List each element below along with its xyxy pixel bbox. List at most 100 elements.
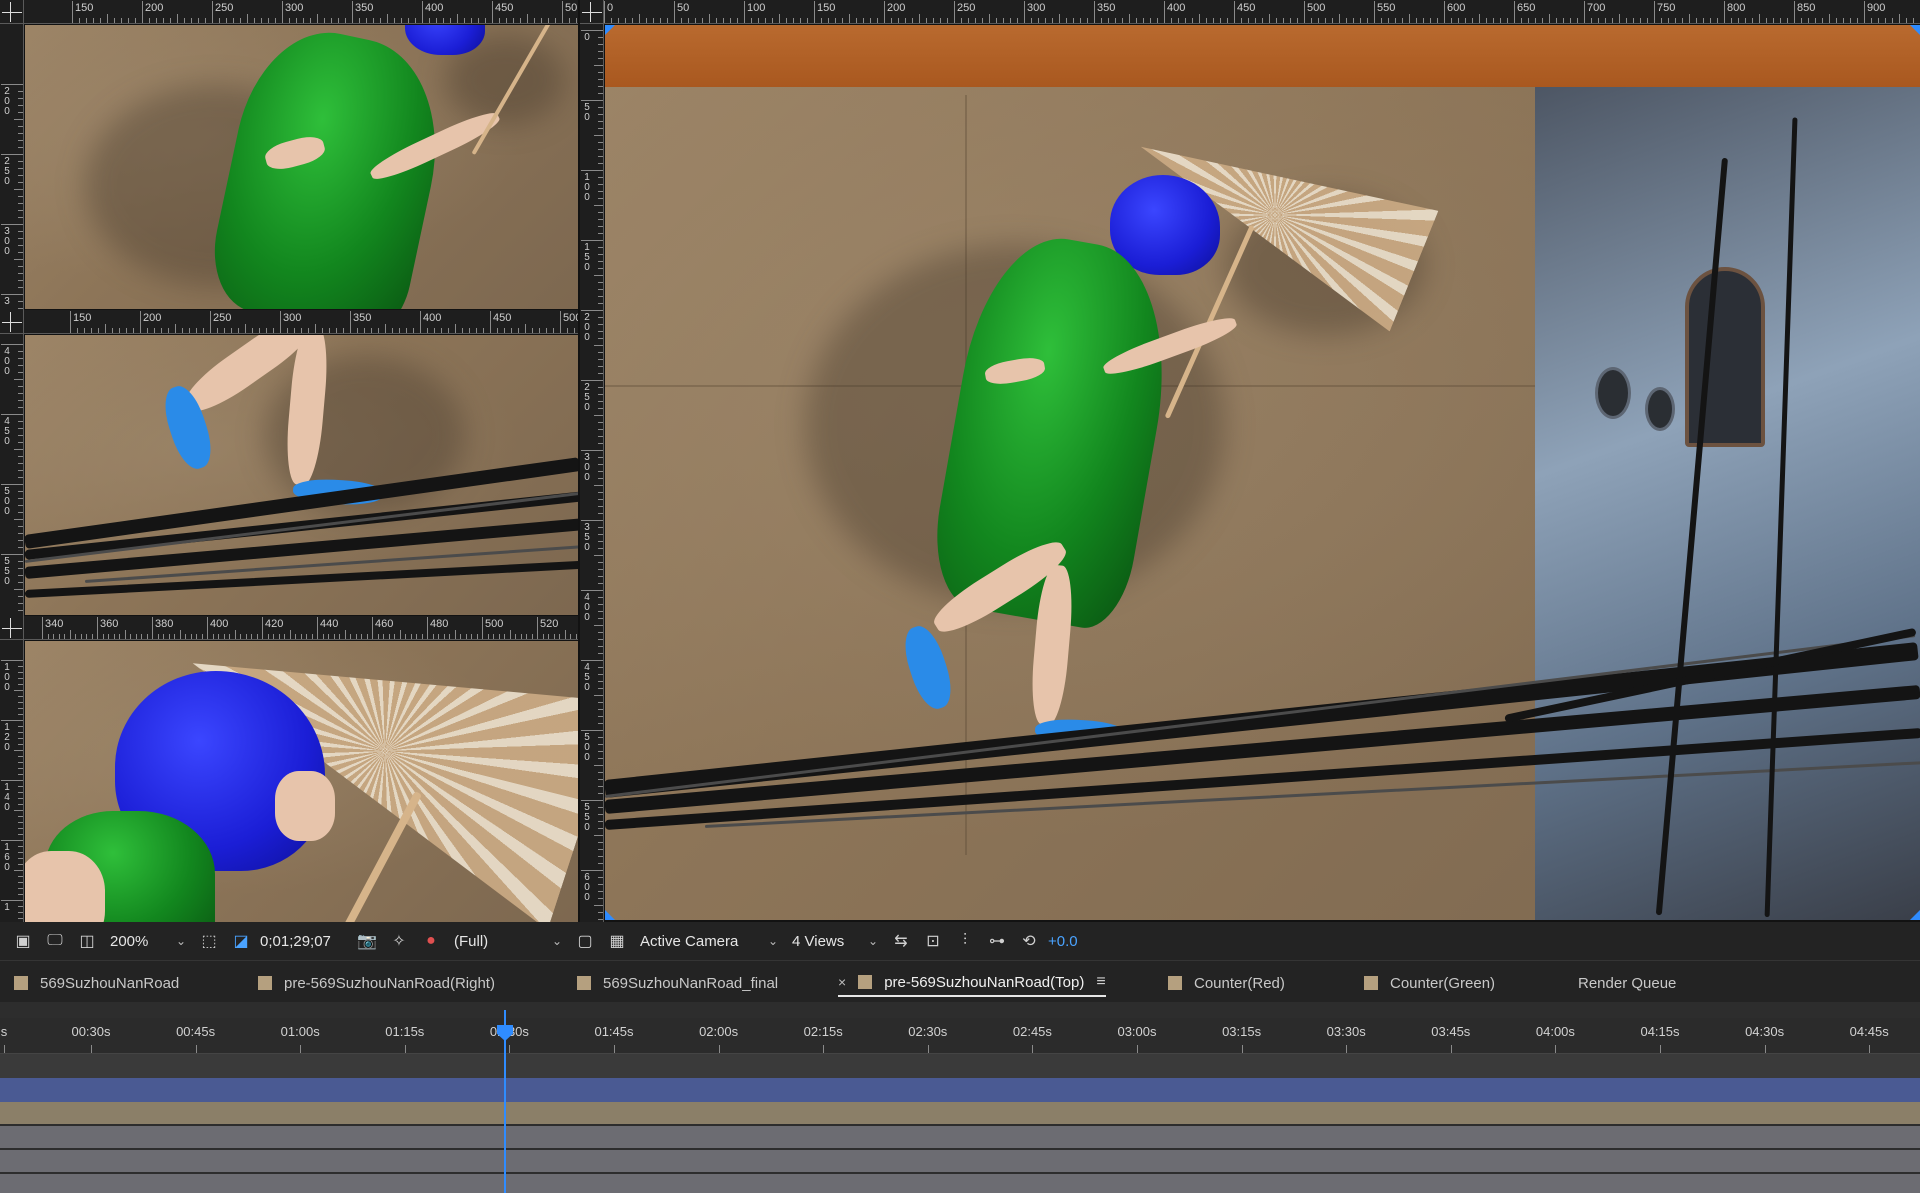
ruler-minor-tick: [598, 716, 603, 717]
layer-bar[interactable]: [0, 1102, 1920, 1124]
ruler-tick: [581, 870, 603, 871]
ruler-origin-main[interactable]: [580, 0, 604, 24]
tab-pre-right[interactable]: pre-569SuzhouNanRoad(Right): [258, 969, 495, 997]
fast-previews-icon[interactable]: ▢: [572, 929, 598, 953]
time-ruler-label: 03:45s: [1431, 1024, 1471, 1039]
timeline-icon[interactable]: ⫶: [952, 929, 978, 953]
ruler-minor-tick: [598, 919, 603, 920]
tab-counter-green[interactable]: Counter(Green): [1364, 969, 1495, 997]
always-preview-icon[interactable]: ▣: [10, 929, 36, 953]
time-ruler-label: 02:00s: [699, 1024, 739, 1039]
ruler-minor-tick: [273, 634, 274, 639]
ruler-minor-tick: [336, 328, 337, 333]
current-time[interactable]: 0;01;29;07: [260, 933, 348, 950]
ruler-minor-tick: [1122, 18, 1123, 23]
ruler-origin-bottom-left[interactable]: [0, 616, 24, 640]
ruler-minor-tick: [201, 634, 203, 639]
tab-pre-top[interactable]: × pre-569SuzhouNanRoad(Top) ≡: [838, 969, 1106, 997]
timeline-panel[interactable]: s00:30s00:45s01:00s01:15s01:30s01:45s02:…: [0, 1002, 1920, 1193]
ruler-minor-tick: [625, 18, 626, 23]
tab-render-queue[interactable]: Render Queue: [1578, 969, 1676, 997]
ruler-minor-tick: [203, 328, 204, 333]
view-active-camera[interactable]: [605, 25, 1920, 920]
ruler-tick: [1, 780, 23, 781]
toggle-pixel-aspect-icon[interactable]: ⇆: [888, 929, 914, 953]
ruler-label: 200: [145, 2, 164, 14]
ruler-minor-tick: [546, 328, 547, 333]
view-bottom-left[interactable]: [25, 641, 578, 922]
ruler-minor-tick: [632, 18, 633, 23]
ruler-minor-tick: [18, 582, 23, 583]
camera-select[interactable]: Active Camera ⌄: [636, 929, 782, 953]
ruler-minor-tick: [18, 834, 23, 835]
ruler-minor-tick: [18, 678, 23, 679]
ruler-minor-tick: [1598, 18, 1599, 23]
show-snapshot-icon[interactable]: ✧: [386, 929, 412, 953]
reset-exposure-icon[interactable]: ⟲: [1016, 929, 1042, 953]
transparency-grid-icon[interactable]: ▦: [604, 929, 630, 953]
ruler-minor-tick: [338, 18, 339, 23]
ruler-minor-tick: [598, 898, 603, 899]
ruler-tick: [560, 311, 561, 333]
snapshot-camera-icon[interactable]: 📷: [354, 929, 380, 953]
close-icon[interactable]: ×: [838, 974, 846, 990]
monitor-icon[interactable]: 🖵: [42, 929, 68, 953]
resolution-select[interactable]: (Full) ⌄: [450, 929, 566, 953]
ruler-minor-tick: [421, 634, 423, 639]
layer-bar[interactable]: [0, 1126, 1920, 1148]
ruler-minor-tick: [121, 18, 122, 23]
ruler-tick: [674, 1, 675, 23]
exposure-value[interactable]: +0.0: [1048, 933, 1078, 950]
ruler-minor-tick: [1731, 18, 1732, 23]
ruler-minor-tick: [594, 275, 603, 276]
work-area-bar[interactable]: [0, 1054, 1920, 1078]
view-layout-select[interactable]: 4 Views ⌄: [788, 929, 882, 953]
flowchart-icon[interactable]: ⊶: [984, 929, 1010, 953]
ruler-minor-tick: [1542, 18, 1543, 23]
ruler-minor-tick: [18, 533, 23, 534]
time-ruler[interactable]: s00:30s00:45s01:00s01:15s01:30s01:45s02:…: [0, 1018, 1920, 1054]
ruler-minor-tick: [18, 882, 23, 883]
hamburger-menu-icon[interactable]: ≡: [1096, 973, 1105, 991]
ruler-minor-tick: [377, 634, 379, 639]
ruler-minor-tick: [598, 499, 603, 500]
ruler-minor-tick: [1437, 18, 1438, 23]
tab-569suzhounanroad[interactable]: 569SuzhouNanRoad: [14, 969, 179, 997]
ruler-minor-tick: [1388, 18, 1389, 23]
channel-rgb-icon[interactable]: ●: [418, 929, 444, 953]
toggle-transparency-grid-icon[interactable]: ◪: [228, 929, 254, 953]
tab-final[interactable]: 569SuzhouNanRoad_final: [577, 969, 778, 997]
fast-draft-icon[interactable]: ⊡: [920, 929, 946, 953]
region-of-interest-icon[interactable]: ⬚: [196, 929, 222, 953]
layer-bar[interactable]: [0, 1150, 1920, 1172]
ruler-minor-tick: [18, 372, 23, 373]
ruler-minor-tick: [1297, 18, 1298, 23]
ruler-minor-tick: [387, 14, 388, 23]
ruler-minor-tick: [18, 816, 23, 817]
vr-goggles-icon[interactable]: ◫: [74, 929, 100, 953]
ruler-origin-middle-left[interactable]: [0, 310, 24, 334]
ruler-minor-tick: [598, 758, 603, 759]
ruler-minor-tick: [842, 18, 843, 23]
ruler-label: 50: [677, 2, 690, 14]
ruler-minor-tick: [758, 18, 759, 23]
ruler-minor-tick: [366, 18, 367, 23]
ruler-minor-tick: [18, 804, 23, 805]
layer-bar[interactable]: [0, 1078, 1920, 1102]
ruler-minor-tick: [1262, 18, 1263, 23]
zoom-select[interactable]: 200% ⌄: [106, 929, 190, 953]
view-middle-left[interactable]: [25, 335, 578, 615]
ruler-minor-tick: [91, 328, 92, 333]
ruler-minor-tick: [1577, 18, 1578, 23]
ruler-horizontal-top-left: 150 200 250 300 350 400 450 50: [24, 0, 578, 24]
ruler-tick: [317, 617, 318, 639]
layer-bar[interactable]: [0, 1174, 1920, 1193]
ruler-minor-tick: [108, 634, 109, 639]
composition-viewer[interactable]: 150 200 250 300 350 400 450 50 200 250 300 3 150 20…: [0, 0, 1920, 922]
tab-counter-red[interactable]: Counter(Red): [1168, 969, 1285, 997]
ruler-minor-tick: [598, 737, 603, 738]
view-top-left[interactable]: [25, 25, 578, 309]
ruler-label: 550: [4, 556, 10, 587]
ruler-minor-tick: [553, 328, 554, 333]
ruler-origin-top-left[interactable]: [0, 0, 24, 24]
